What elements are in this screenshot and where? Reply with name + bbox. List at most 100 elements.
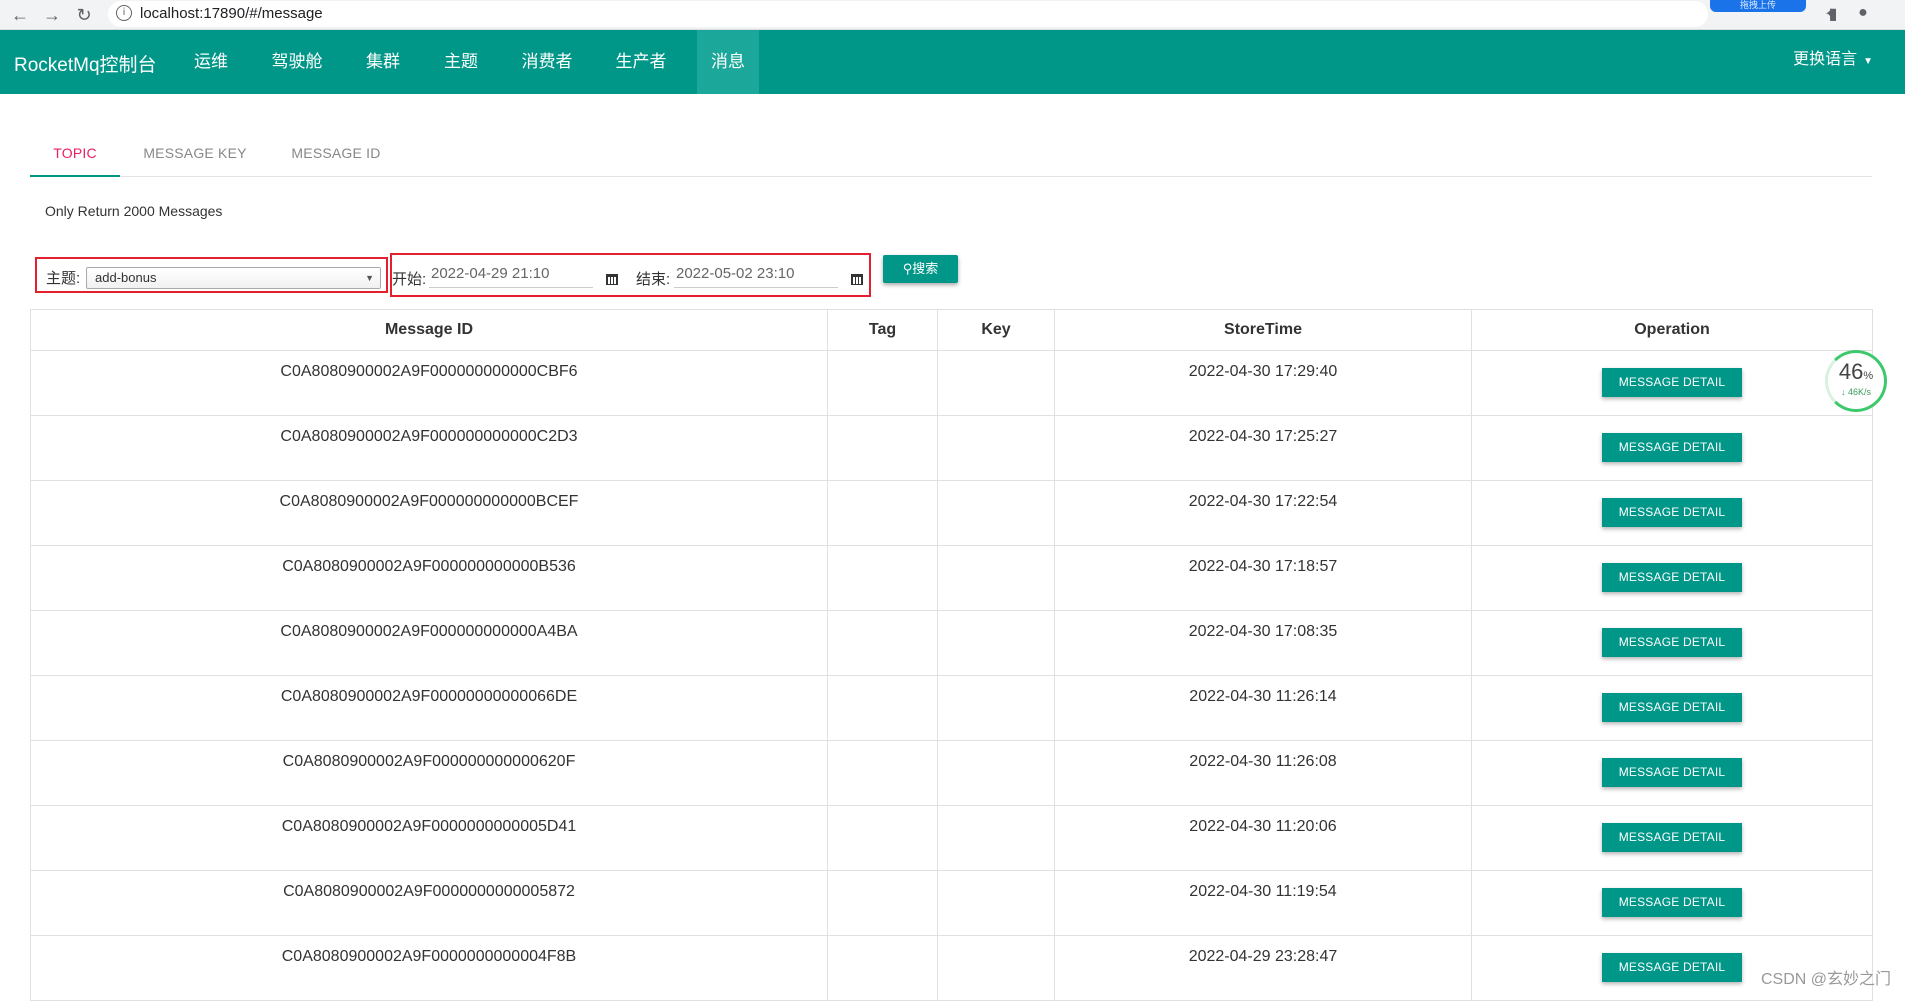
tag-cell bbox=[828, 546, 938, 611]
tag-cell bbox=[828, 481, 938, 546]
caret-down-icon: ▼ bbox=[1863, 56, 1873, 67]
start-label: 开始: bbox=[392, 268, 426, 289]
storetime-cell: 2022-04-30 17:18:57 bbox=[1055, 546, 1472, 611]
topic-select-value: add-bonus bbox=[95, 270, 156, 285]
storetime-cell: 2022-04-30 11:19:54 bbox=[1055, 871, 1472, 936]
query-tabs: TOPIC MESSAGE KEY MESSAGE ID bbox=[30, 135, 1872, 177]
search-button-label: 搜索 bbox=[912, 261, 938, 276]
storetime-cell: 2022-04-30 17:08:35 bbox=[1055, 611, 1472, 676]
operation-cell: MESSAGE DETAIL bbox=[1472, 546, 1873, 611]
id-cell: C0A8080900002A9F0000000000005872 bbox=[31, 871, 828, 936]
id-cell: C0A8080900002A9F000000000000620F bbox=[31, 741, 828, 806]
info-text: Only Return 2000 Messages bbox=[45, 203, 222, 219]
message-detail-button[interactable]: MESSAGE DETAIL bbox=[1602, 953, 1742, 982]
storetime-cell: 2022-04-30 11:26:14 bbox=[1055, 676, 1472, 741]
extension-badge[interactable]: 拖拽上传 bbox=[1710, 0, 1806, 12]
table-row: C0A8080900002A9F00000000000066DE 2022-04-… bbox=[31, 676, 1873, 741]
search-icon: ⚲ bbox=[903, 261, 913, 276]
id-cell: C0A8080900002A9F000000000000CBF6 bbox=[31, 351, 828, 416]
url-text[interactable]: localhost:17890/#/message bbox=[140, 5, 323, 22]
table-row: C0A8080900002A9F000000000000CBF6 2022-04-… bbox=[31, 351, 1873, 416]
nav-item-cluster[interactable]: 集群 bbox=[352, 30, 414, 94]
message-detail-button[interactable]: MESSAGE DETAIL bbox=[1602, 628, 1742, 657]
back-icon[interactable]: ← bbox=[8, 3, 32, 27]
message-detail-button[interactable]: MESSAGE DETAIL bbox=[1602, 693, 1742, 722]
key-cell bbox=[938, 611, 1055, 676]
tag-cell bbox=[828, 676, 938, 741]
tag-cell bbox=[828, 741, 938, 806]
table-row: C0A8080900002A9F0000000000004F8B2022-04-… bbox=[31, 936, 1873, 1001]
id-cell: C0A8080900002A9F00000000000066DE bbox=[31, 676, 828, 741]
table-row: C0A8080900002A9F000000000000A4BA2022-04-… bbox=[31, 611, 1873, 676]
address-bar[interactable]: i localhost:17890/#/message bbox=[108, 1, 1708, 27]
nav-item-message[interactable]: 消息 bbox=[697, 30, 759, 94]
id-cell: C0A8080900002A9F000000000000B536 bbox=[31, 546, 828, 611]
message-detail-button[interactable]: MESSAGE DETAIL bbox=[1602, 888, 1742, 917]
sidebar-icon[interactable]: ▮ bbox=[1822, 4, 1844, 26]
browser-toolbar: ← → ↻ i localhost:17890/#/message 拖拽上传 ✦… bbox=[0, 0, 1905, 30]
key-cell bbox=[938, 481, 1055, 546]
column-header-tag: Tag bbox=[828, 310, 938, 351]
key-cell bbox=[938, 741, 1055, 806]
forward-icon[interactable]: → bbox=[40, 3, 64, 27]
tab-message-key[interactable]: MESSAGE KEY bbox=[130, 135, 260, 177]
topic-select[interactable]: add-bonus ▼ bbox=[86, 267, 381, 289]
column-header-operation: Operation bbox=[1472, 310, 1873, 351]
site-info-icon[interactable]: i bbox=[116, 5, 132, 21]
id-cell: C0A8080900002A9F0000000000005D41 bbox=[31, 806, 828, 871]
tab-message-id[interactable]: MESSAGE ID bbox=[280, 135, 392, 177]
end-date-input[interactable]: 2022-05-02 23:10 bbox=[674, 262, 838, 288]
tag-cell bbox=[828, 936, 938, 1001]
start-date-input[interactable]: 2022-04-29 21:10 bbox=[429, 262, 593, 288]
speed-percent-sign: % bbox=[1863, 370, 1873, 382]
storetime-cell: 2022-04-30 17:29:40 bbox=[1055, 351, 1472, 416]
storetime-cell: 2022-04-30 11:26:08 bbox=[1055, 741, 1472, 806]
table-row: C0A8080900002A9F000000000000C2D32022-04-… bbox=[31, 416, 1873, 481]
operation-cell: MESSAGE DETAIL bbox=[1472, 416, 1873, 481]
network-speed-widget[interactable]: 46% ↓ 46K/s bbox=[1825, 350, 1887, 412]
message-detail-button[interactable]: MESSAGE DETAIL bbox=[1602, 368, 1742, 397]
nav-item-producer[interactable]: 生产者 bbox=[604, 30, 678, 94]
column-header-key: Key bbox=[938, 310, 1055, 351]
topic-label: 主题: bbox=[46, 267, 80, 288]
storetime-cell: 2022-04-30 17:25:27 bbox=[1055, 416, 1472, 481]
nav-item-topic[interactable]: 主题 bbox=[430, 30, 492, 94]
column-header-storetime: StoreTime bbox=[1055, 310, 1472, 351]
operation-cell: MESSAGE DETAIL bbox=[1472, 741, 1873, 806]
operation-cell: MESSAGE DETAIL bbox=[1472, 611, 1873, 676]
key-cell bbox=[938, 351, 1055, 416]
message-detail-button[interactable]: MESSAGE DETAIL bbox=[1602, 823, 1742, 852]
language-switch[interactable]: 更换语言▼ bbox=[1793, 30, 1873, 94]
search-button[interactable]: ⚲搜索 bbox=[883, 255, 958, 283]
key-cell bbox=[938, 416, 1055, 481]
tag-cell bbox=[828, 806, 938, 871]
nav-item-consumer[interactable]: 消费者 bbox=[510, 30, 584, 94]
tag-cell bbox=[828, 416, 938, 481]
storetime-cell: 2022-04-30 11:20:06 bbox=[1055, 806, 1472, 871]
profile-icon[interactable]: ● bbox=[1852, 4, 1874, 26]
operation-cell: MESSAGE DETAIL bbox=[1472, 351, 1873, 416]
nav-item-ops[interactable]: 运维 bbox=[180, 30, 242, 94]
tab-topic[interactable]: TOPIC bbox=[30, 135, 120, 177]
table-header-row: Message ID Tag Key StoreTime Operation bbox=[31, 310, 1873, 351]
message-detail-button[interactable]: MESSAGE DETAIL bbox=[1602, 433, 1742, 462]
message-detail-button[interactable]: MESSAGE DETAIL bbox=[1602, 758, 1742, 787]
operation-cell: MESSAGE DETAIL bbox=[1472, 481, 1873, 546]
id-cell: C0A8080900002A9F000000000000BCEF bbox=[31, 481, 828, 546]
message-detail-button[interactable]: MESSAGE DETAIL bbox=[1602, 498, 1742, 527]
tag-cell bbox=[828, 871, 938, 936]
message-detail-button[interactable]: MESSAGE DETAIL bbox=[1602, 563, 1742, 592]
table-row: C0A8080900002A9F0000000000005872 2022-04-… bbox=[31, 871, 1873, 936]
speed-percent: 46 bbox=[1839, 359, 1863, 384]
tag-cell bbox=[828, 351, 938, 416]
column-header-message-id: Message ID bbox=[31, 310, 828, 351]
brand-title[interactable]: RocketMq控制台 bbox=[14, 50, 157, 77]
key-cell bbox=[938, 871, 1055, 936]
nav-item-dashboard[interactable]: 驾驶舱 bbox=[262, 30, 332, 94]
reload-icon[interactable]: ↻ bbox=[72, 3, 96, 27]
key-cell bbox=[938, 676, 1055, 741]
speed-rate: ↓ 46K/s bbox=[1828, 387, 1884, 397]
calendar-icon[interactable] bbox=[606, 274, 618, 285]
calendar-icon[interactable] bbox=[851, 274, 863, 285]
id-cell: C0A8080900002A9F0000000000004F8B bbox=[31, 936, 828, 1001]
